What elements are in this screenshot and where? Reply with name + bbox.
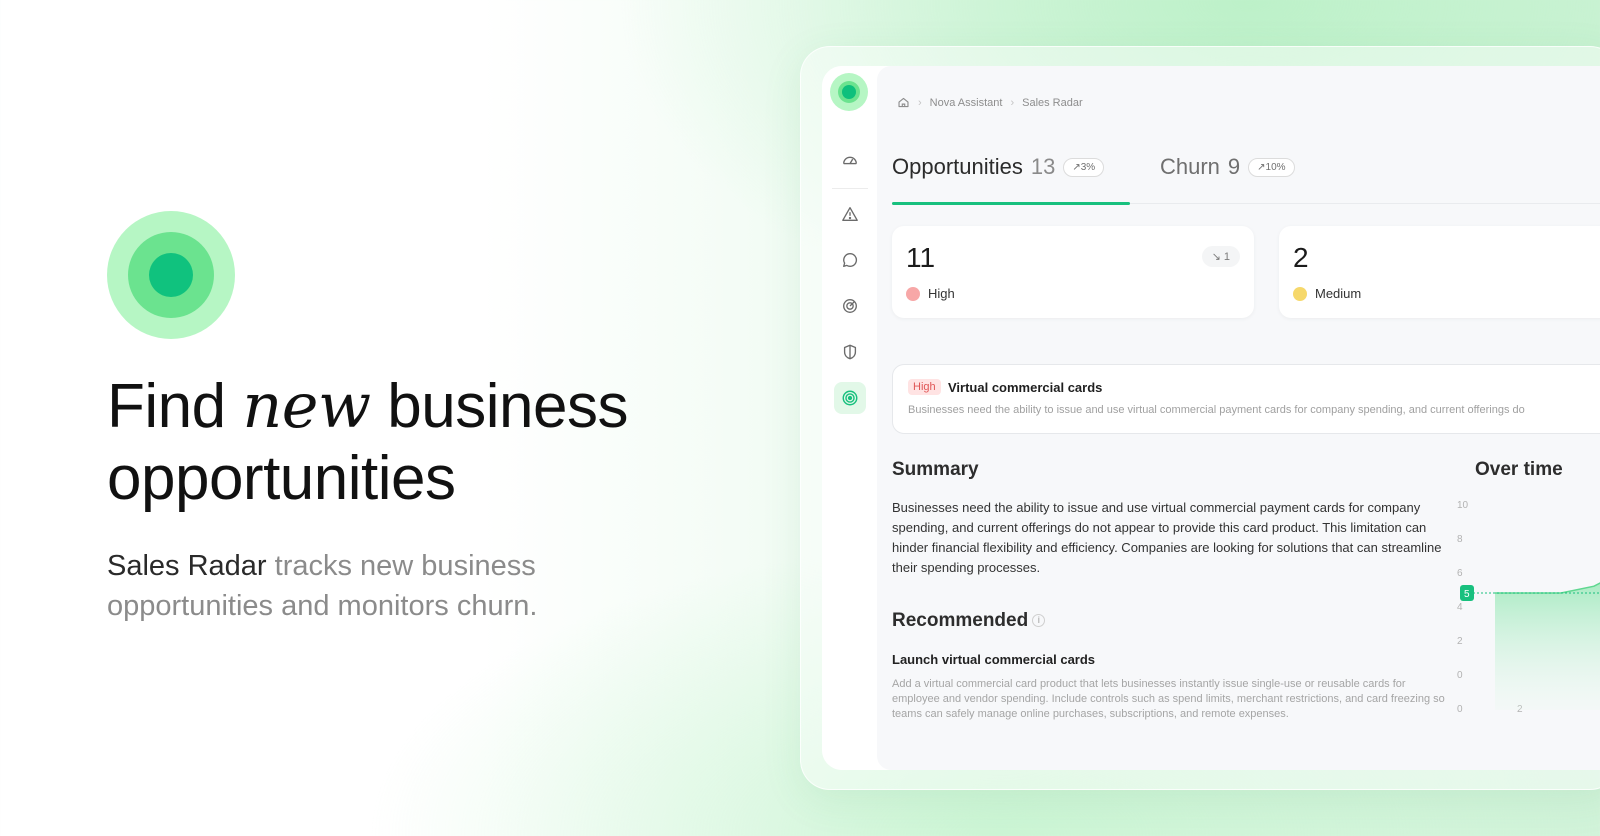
stat-card-medium[interactable]: 2 Medium [1279, 226, 1600, 318]
breadcrumb-item-sales-radar[interactable]: Sales Radar [1022, 97, 1083, 109]
priority-dot-medium-icon [1293, 286, 1307, 301]
stat-delta-badge: ↘ 1 [1201, 246, 1240, 267]
shield-icon [843, 344, 857, 360]
app-logo[interactable] [830, 73, 868, 111]
sidebar-item-dashboard[interactable] [834, 144, 866, 176]
recommended-heading: Recommended i [892, 610, 1046, 632]
highlight-label: 5 [1464, 589, 1470, 600]
chevron-right-icon: › [1010, 96, 1015, 109]
target-icon [843, 299, 857, 313]
warning-triangle-icon [842, 207, 858, 221]
series-area [1495, 583, 1600, 710]
radar-icon [842, 390, 858, 406]
tab-count: 13 [1030, 154, 1056, 179]
over-time-heading: Over time [1475, 459, 1563, 480]
hero-subtitle-brand: Sales Radar [107, 550, 267, 582]
y-tick-label: 0 [1457, 670, 1463, 681]
chevron-right-icon: › [918, 96, 922, 109]
hero-logo [107, 211, 235, 339]
tab-delta-badge: ↗10% [1248, 158, 1295, 177]
tab-label: Churn [1160, 154, 1220, 179]
sidebar-item-sales-radar[interactable] [834, 382, 866, 414]
tab-bar: Opportunities 13 ↗3% Churn 9 ↗10% [892, 154, 1600, 205]
y-tick-label: 4 [1457, 602, 1463, 613]
breadcrumb: › Nova Assistant › Sales Radar [897, 96, 1083, 109]
hero-subtitle: Sales Radar tracks new business opportun… [107, 546, 667, 626]
chat-bubble-icon [843, 253, 858, 267]
breadcrumb-item-nova-assistant[interactable]: Nova Assistant [930, 97, 1003, 109]
stat-label: High [906, 286, 955, 301]
tab-delta-badge: ↗3% [1063, 158, 1105, 177]
info-icon[interactable]: i [1032, 614, 1046, 628]
sidebar [822, 66, 877, 770]
tab-opportunities[interactable]: Opportunities 13 ↗3% [892, 154, 1131, 205]
stat-card-high[interactable]: 11 ↘ 1 High [892, 226, 1254, 318]
recommendation-title: Launch virtual commercial cards [892, 652, 1096, 667]
tab-churn[interactable]: Churn 9 ↗10% [1160, 154, 1295, 204]
hero-title-accent: new [242, 369, 371, 442]
stat-label: Medium [1293, 286, 1361, 301]
y-tick-label: 0 [1457, 704, 1463, 715]
main-panel: › Nova Assistant › Sales Radar Opportuni… [877, 66, 1600, 770]
y-tick-label: 8 [1457, 534, 1463, 545]
stat-value: 11 [906, 242, 936, 273]
stat-label-text: Medium [1315, 286, 1362, 301]
hero-logo-ring [128, 232, 214, 318]
hero-title-part2: business [370, 372, 628, 441]
recommended-heading-text: Recommended [892, 610, 1029, 631]
sidebar-divider [832, 188, 868, 189]
stat-label-text: High [928, 286, 955, 301]
sidebar-item-target[interactable] [834, 290, 866, 322]
hero-logo-dot [149, 253, 193, 297]
opportunity-card[interactable]: High Virtual commercial cards Businesses… [892, 364, 1600, 434]
sidebar-item-chat[interactable] [834, 244, 866, 276]
hero-title-part1: Find [107, 372, 243, 441]
hero-title: Find new business opportunities [107, 370, 707, 515]
recommendation-description: Add a virtual commercial card product th… [892, 678, 1445, 720]
hero-title-line2: opportunities [107, 444, 456, 513]
y-tick-label: 2 [1457, 636, 1463, 647]
sidebar-item-alerts[interactable] [834, 198, 866, 230]
home-icon[interactable] [897, 96, 910, 109]
summary-heading: Summary [892, 459, 979, 480]
y-tick-label: 10 [1457, 500, 1469, 511]
tab-label: Opportunities [892, 154, 1023, 179]
priority-badge: High [908, 379, 941, 395]
tab-count: 9 [1227, 154, 1241, 179]
y-tick-label: 6 [1457, 568, 1463, 579]
stat-value: 2 [1293, 242, 1309, 273]
opportunity-description: Businesses need the ability to issue and… [908, 404, 1525, 416]
priority-dot-high-icon [906, 286, 920, 301]
sidebar-item-security[interactable] [834, 336, 866, 368]
summary-text: Businesses need the ability to issue and… [892, 500, 1442, 575]
over-time-chart: 1086420025 [1457, 496, 1600, 726]
opportunity-title: Virtual commercial cards [948, 380, 1103, 395]
app-window: › Nova Assistant › Sales Radar Opportuni… [822, 66, 1600, 770]
over-time-chart-svg: 1086420025 [1457, 500, 1600, 715]
dashboard-gauge-icon [843, 156, 857, 165]
